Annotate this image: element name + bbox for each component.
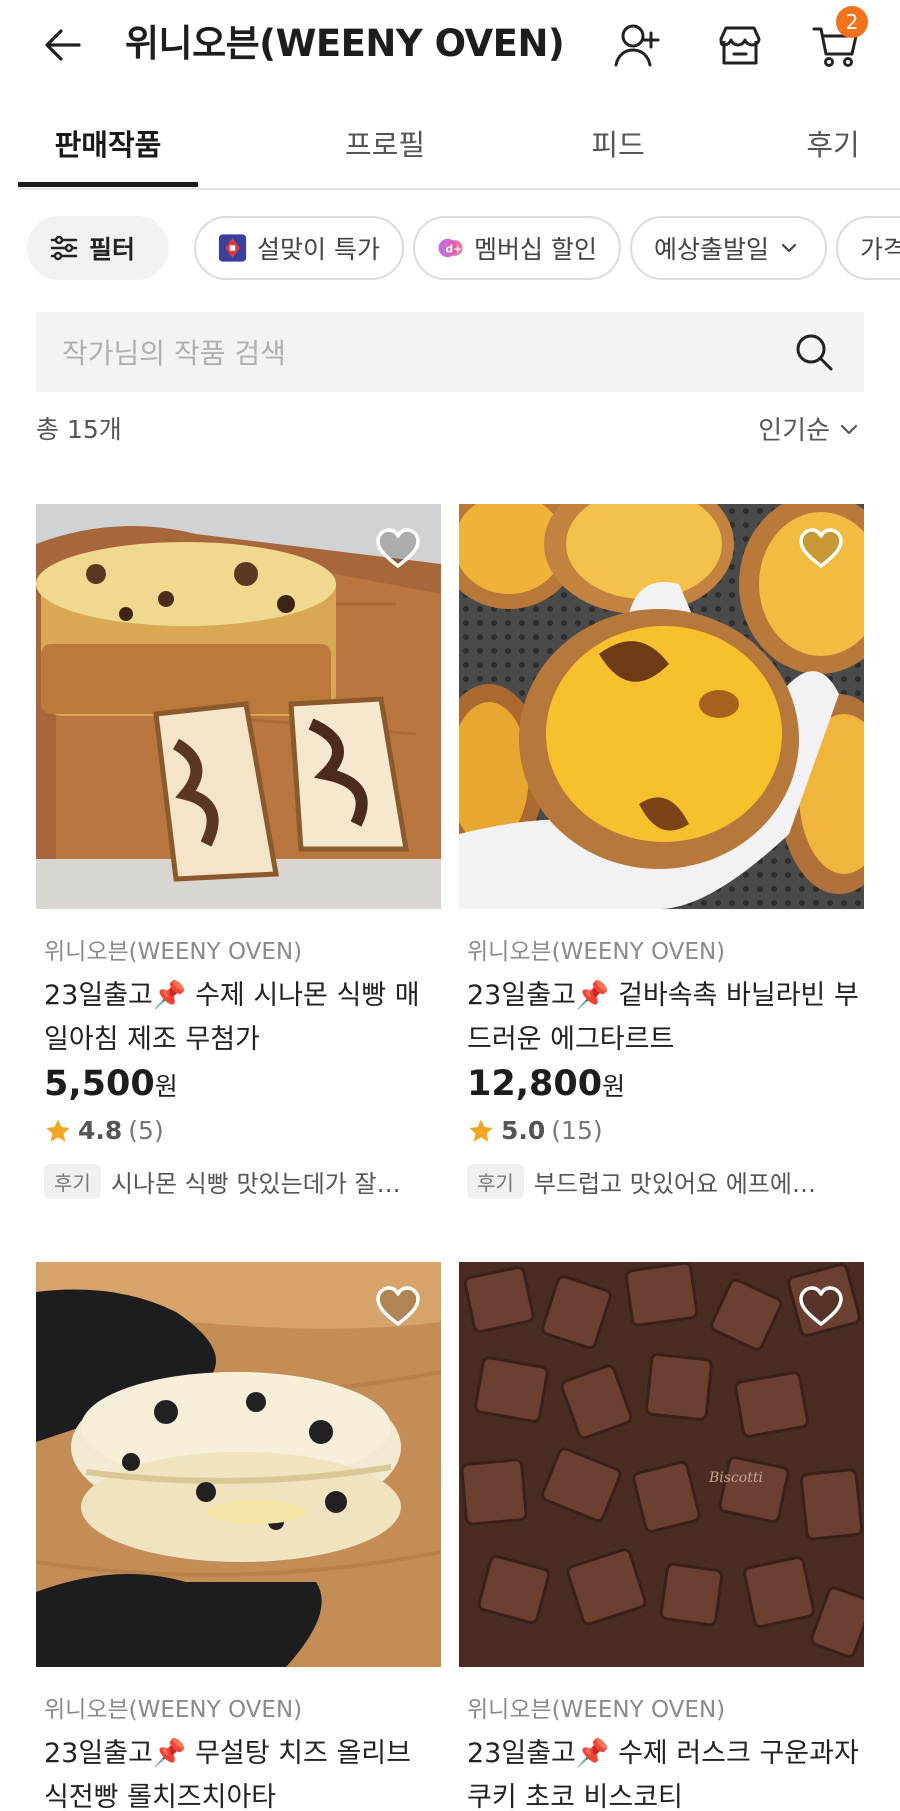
product-shop-name: 위니오븐(WEENY OVEN) [44,1697,303,1723]
chip-new-year-sale-label: 설맞이 특가 [257,235,380,264]
review-tag: 후기 [44,1164,101,1199]
sort-dropdown[interactable]: 인기순 [758,410,860,447]
review-snippet: 후기 부드럽고 맛있어요 에프에… [467,1164,862,1199]
store-icon [719,26,761,65]
tab-feed[interactable]: 피드 [528,100,708,186]
product-name[interactable]: 23일출고📌 수제 시나몬 식빵 매일아침 제조 무첨가 [44,974,439,1062]
app-screen: 위니오븐(WEENY OVEN) 2 판매작품 프로필 피드 후기 필터 설맞이… [0,0,900,1811]
event-badge-icon [218,234,247,262]
review-snippet: 후기 시나몬 식빵 맛있는데가 잘… [44,1164,439,1199]
price-value: 5,500 [44,1064,155,1104]
cart-count-badge: 2 [836,6,868,38]
svg-text:d+: d+ [446,242,463,255]
search-icon[interactable] [794,332,834,372]
cart-button[interactable]: 2 [808,6,868,74]
product-name[interactable]: 23일출고📌 수제 러스크 구운과자 쿠키 초코 비스코티 [467,1732,862,1811]
review-count: (15) [551,1116,603,1145]
product-price: 12,800원 [467,1064,625,1104]
active-tab-indicator [18,182,198,187]
price-currency: 원 [154,1072,178,1101]
chip-price-dropdown[interactable]: 가격 [836,216,900,280]
follow-button[interactable] [610,18,666,74]
product-price: 5,500원 [44,1064,178,1104]
tab-products[interactable]: 판매작품 [18,100,198,186]
wishlist-heart-icon[interactable] [375,526,421,572]
artist-search-bar [36,312,864,394]
sort-label: 인기순 [758,416,830,446]
price-value: 12,800 [467,1064,603,1104]
tab-bar: 판매작품 프로필 피드 후기 [18,100,900,190]
product-rating: 4.8 (5) [44,1116,164,1145]
product-card[interactable]: 위니오븐(WEENY OVEN) 23일출고📌 무설탕 치즈 올리브 식전빵 롤… [36,1262,441,1811]
chip-ship-date-dropdown[interactable]: 예상출발일 [630,216,827,280]
product-card[interactable]: Biscotti 위니오븐(WEENY OVEN) 23일출고📌 수제 러스크 … [459,1262,864,1811]
product-card[interactable]: 위니오븐(WEENY OVEN) 23일출고📌 겉바속촉 바닐라빈 부드러운 에… [459,504,864,1204]
review-text: 부드럽고 맛있어요 에프에… [533,1170,816,1198]
price-currency: 원 [602,1072,626,1101]
product-image-cinnamon-bread[interactable] [36,504,441,909]
user-plus-icon [614,24,660,67]
chip-new-year-sale[interactable]: 설맞이 특가 [194,216,404,280]
chip-price-label: 가격 [860,235,900,264]
product-image-cheese-olive-bread[interactable] [36,1262,441,1667]
chip-ship-date-label: 예상출발일 [654,235,770,264]
chevron-down-icon [840,424,858,434]
top-header: 위니오븐(WEENY OVEN) 2 [0,0,900,90]
tab-profile[interactable]: 프로필 [290,100,480,186]
wishlist-heart-icon[interactable] [798,526,844,572]
chip-membership-label: 멤버십 할인 [474,235,597,264]
membership-icon: d+ [438,238,463,258]
page-title: 위니오븐(WEENY OVEN) [125,22,565,65]
product-rating: 5.0 (15) [467,1116,603,1145]
star-icon [469,1118,493,1142]
product-name[interactable]: 23일출고📌 겉바속촉 바닐라빈 부드러운 에그타르트 [467,974,862,1062]
product-name[interactable]: 23일출고📌 무설탕 치즈 올리브 식전빵 롤치즈치아타 [44,1732,439,1811]
filter-label: 필터 [89,235,136,264]
filter-chip-bar: 필터 설맞이 특가 d+ 멤버십 할인 예상출발일 가격 [0,216,900,286]
wishlist-heart-icon[interactable] [798,1284,844,1330]
chevron-down-icon [781,243,797,253]
tab-reviews[interactable]: 후기 [758,100,900,186]
biscotti-watermark: Biscotti [708,1470,763,1486]
rating-value: 5.0 [501,1116,546,1145]
product-shop-name: 위니오븐(WEENY OVEN) [467,939,726,965]
sliders-icon [50,235,78,261]
result-count: 총 15개 [36,415,122,444]
product-shop-name: 위니오븐(WEENY OVEN) [467,1697,726,1723]
product-shop-name: 위니오븐(WEENY OVEN) [44,939,303,965]
wishlist-heart-icon[interactable] [375,1284,421,1330]
chip-membership-discount[interactable]: d+ 멤버십 할인 [413,216,621,280]
review-text: 시나몬 식빵 맛있는데가 잘… [110,1170,401,1198]
store-button[interactable] [712,18,768,74]
filter-button[interactable]: 필터 [27,216,169,280]
review-tag: 후기 [467,1164,524,1199]
review-count: (5) [128,1116,164,1145]
search-input[interactable] [60,312,764,394]
rating-value: 4.8 [78,1116,123,1145]
product-image-biscotti[interactable]: Biscotti [459,1262,864,1667]
product-card[interactable]: 위니오븐(WEENY OVEN) 23일출고📌 수제 시나몬 식빵 매일아침 제… [36,504,441,1204]
back-button[interactable] [38,20,88,70]
arrow-left-icon [45,29,81,61]
star-icon [46,1118,70,1142]
product-image-egg-tart[interactable] [459,504,864,909]
